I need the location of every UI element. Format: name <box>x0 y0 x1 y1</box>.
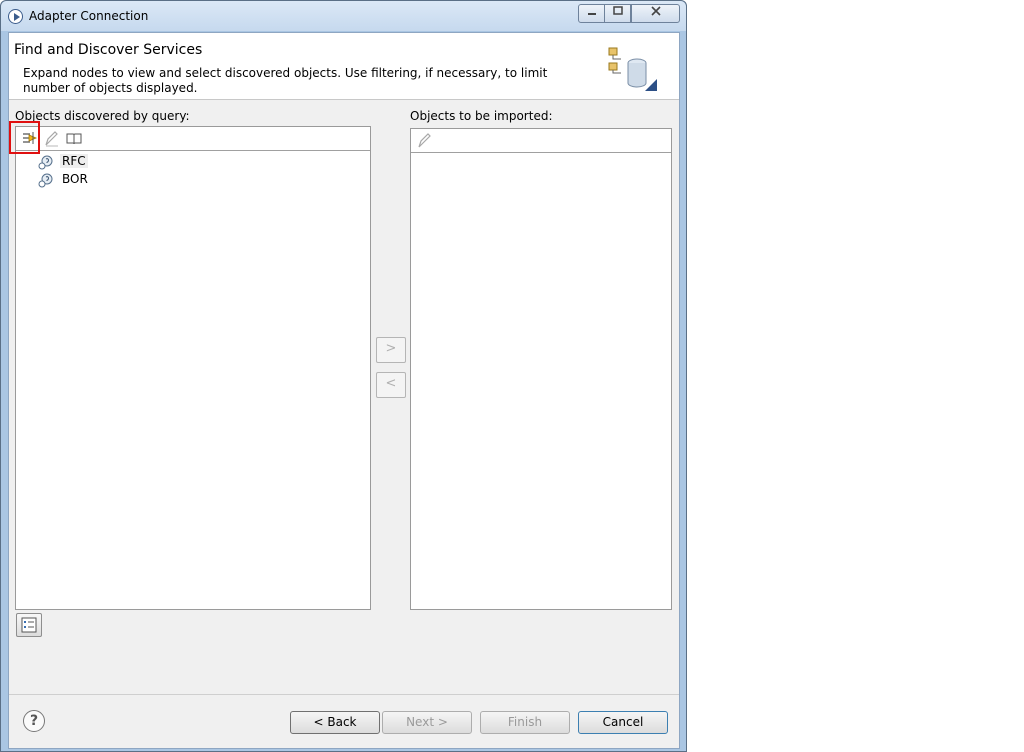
pencil-icon <box>45 131 58 147</box>
title-bar[interactable]: Adapter Connection <box>1 1 686 31</box>
remove-from-import-button[interactable]: < <box>376 372 406 398</box>
list-details-icon <box>21 617 37 633</box>
discovery-wizard-icon <box>608 47 657 91</box>
footer-separator <box>9 694 679 695</box>
close-button[interactable] <box>631 4 680 23</box>
objects-to-import-toolbar <box>411 129 671 153</box>
query-node-icon <box>38 173 53 188</box>
tree-item-label: RFC <box>60 154 88 168</box>
discovered-objects-toolbar <box>16 127 370 151</box>
minimize-icon <box>587 13 596 15</box>
run-query-highlight-box <box>9 121 40 154</box>
window-title: Adapter Connection <box>29 9 149 23</box>
help-button[interactable]: ? <box>23 710 45 732</box>
pencil-icon <box>418 133 431 148</box>
back-button[interactable]: < Back <box>290 711 380 734</box>
finish-button[interactable]: Finish <box>480 711 570 734</box>
close-icon <box>650 6 661 16</box>
query-node-icon <box>38 155 53 170</box>
objects-to-import-panel <box>410 128 672 610</box>
book-icon <box>66 133 82 145</box>
objects-to-import-label: Objects to be imported: <box>410 109 553 123</box>
edit-query-button[interactable] <box>42 129 62 149</box>
tree-item-label: BOR <box>62 172 88 186</box>
minimize-button[interactable] <box>578 4 605 23</box>
app-icon <box>8 9 23 24</box>
adapter-connection-window: Adapter Connection Find and Discover Ser… <box>0 0 687 752</box>
wizard-header: Find and Discover Services Expand nodes … <box>9 33 679 100</box>
wizard-client-area: Find and Discover Services Expand nodes … <box>8 32 680 749</box>
discovered-objects-label: Objects discovered by query: <box>15 109 190 123</box>
edit-import-button[interactable] <box>415 131 435 151</box>
discovered-objects-panel: RFC BOR <box>15 126 371 610</box>
maximize-icon <box>612 6 623 15</box>
add-to-import-button[interactable]: > <box>376 337 406 363</box>
page-title: Find and Discover Services <box>14 42 203 58</box>
maximize-button[interactable] <box>604 4 631 23</box>
view-properties-button[interactable] <box>64 129 84 149</box>
show-details-button[interactable] <box>16 613 42 637</box>
next-button[interactable]: Next > <box>382 711 472 734</box>
cancel-button[interactable]: Cancel <box>578 711 668 734</box>
page-description: Expand nodes to view and select discover… <box>23 66 548 95</box>
